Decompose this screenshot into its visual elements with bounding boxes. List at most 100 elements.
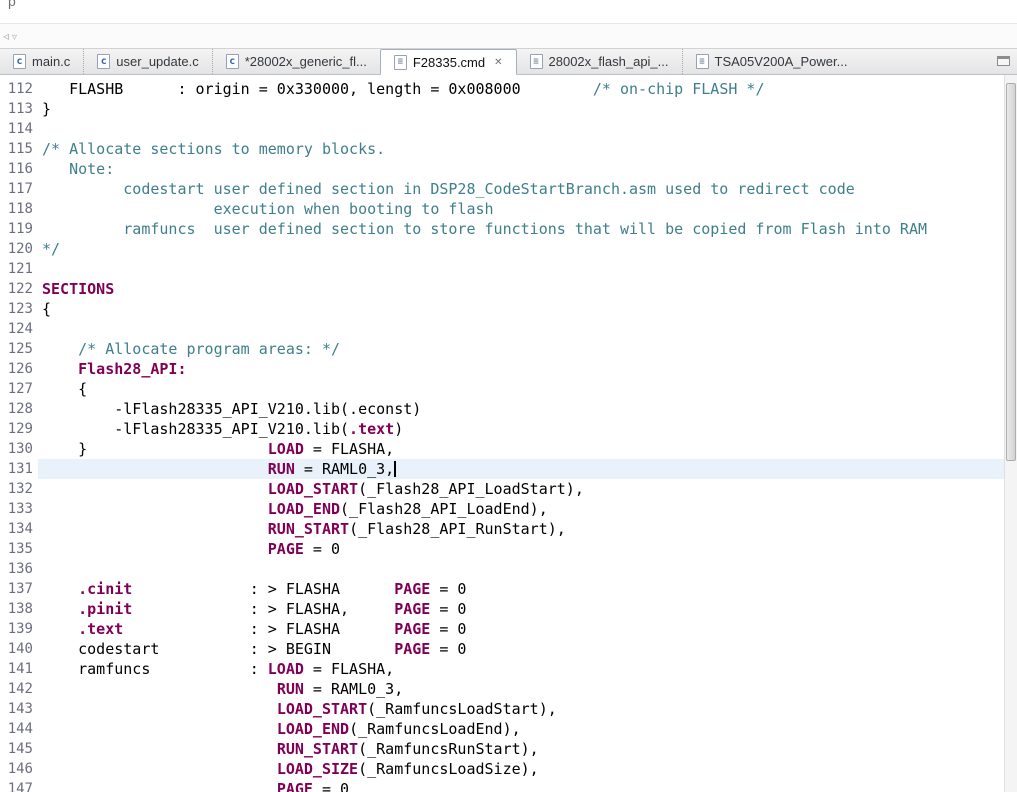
code-line-142[interactable]: 142 RUN = RAML0_3, — [0, 679, 1004, 699]
code-line-127[interactable]: 127 { — [0, 379, 1004, 399]
tab-close-icon[interactable]: ✕ — [494, 57, 502, 68]
text-cursor — [394, 461, 397, 477]
code-line-text: FLASHB : origin = 0x330000, length = 0x0… — [42, 80, 765, 98]
code-line-145[interactable]: 145 RUN_START(_RamfuncsRunStart), — [0, 739, 1004, 759]
code-line-text: PAGE = 0 — [267, 540, 341, 558]
code-line-128[interactable]: 128 -lFlash28335_API_V210.lib(.econst) — [0, 399, 1004, 419]
code-line-text: LOAD_END(_RamfuncsLoadEnd), — [276, 720, 521, 738]
tab-main-c[interactable]: c main.c — [0, 49, 83, 74]
tab-tsa05v200a-power[interactable]: ≡ TSA05V200A_Power... — [681, 49, 861, 74]
code-line-text: Note: — [42, 160, 115, 178]
line-number: 137 — [7, 581, 33, 597]
tab-user-update-c[interactable]: c user_update.c — [83, 49, 211, 74]
line-number: 138 — [7, 601, 33, 617]
cmd-file-icon: ≡ — [529, 54, 543, 69]
tab-label: *28002x_generic_fl... — [244, 54, 367, 69]
line-number: 147 — [7, 781, 33, 792]
code-editor[interactable]: 112 FLASHB : origin = 0x330000, length =… — [0, 75, 1017, 792]
code-line-text: RUN_START(_Flash28_API_RunStart), — [267, 520, 566, 538]
back-nav-icon[interactable]: ◃ — [3, 30, 9, 42]
code-line-131[interactable]: 131 RUN = RAML0_3, — [0, 459, 1004, 479]
document-file-icon: ≡ — [695, 54, 709, 69]
code-line-141[interactable]: 141 ramfuncs : LOAD = FLASHA, — [0, 659, 1004, 679]
line-number: 135 — [7, 541, 33, 557]
line-number: 134 — [7, 521, 33, 537]
tab-28002x-flash-api[interactable]: ≡ 28002x_flash_api_... — [517, 49, 682, 74]
c-source-file-icon: c — [97, 54, 111, 69]
code-line-text: LOAD_SIZE(_RamfuncsLoadSize), — [276, 760, 539, 778]
line-number: 139 — [7, 621, 33, 637]
line-number: 131 — [7, 461, 33, 477]
c-source-file-icon: c — [225, 54, 239, 69]
code-line-133[interactable]: 133 LOAD_END(_Flash28_API_LoadEnd), — [0, 499, 1004, 519]
code-line-114[interactable]: 114 — [0, 119, 1004, 139]
code-line-text: RUN = RAML0_3, — [276, 680, 404, 698]
code-line-124[interactable]: 124 — [0, 319, 1004, 339]
line-number: 125 — [7, 341, 33, 357]
code-line-text: */ — [42, 240, 61, 258]
line-number: 112 — [7, 81, 33, 97]
code-area[interactable]: 112 FLASHB : origin = 0x330000, length =… — [0, 75, 1004, 792]
code-line-139[interactable]: 139 .text : > FLASHA PAGE = 0 — [0, 619, 1004, 639]
code-line-143[interactable]: 143 LOAD_START(_RamfuncsLoadStart), — [0, 699, 1004, 719]
line-number: 128 — [7, 401, 33, 417]
line-number: 115 — [7, 141, 33, 157]
code-line-116[interactable]: 116 Note: — [0, 159, 1004, 179]
code-line-146[interactable]: 146 LOAD_SIZE(_RamfuncsLoadSize), — [0, 759, 1004, 779]
code-line-115[interactable]: 115 /* Allocate sections to memory blocks… — [0, 139, 1004, 159]
code-line-129[interactable]: 129 -lFlash28335_API_V210.lib(.text) — [0, 419, 1004, 439]
code-line-text: } — [42, 100, 52, 118]
line-number: 113 — [7, 101, 33, 117]
code-line-119[interactable]: 119 ramfuncs user defined section to sto… — [0, 219, 1004, 239]
code-line-text: /* Allocate program areas: */ — [42, 340, 341, 358]
clipped-toolbar-icon: p — [8, 0, 16, 9]
line-number: 133 — [7, 501, 33, 517]
line-number: 114 — [7, 121, 33, 137]
line-number: 145 — [7, 741, 33, 757]
maximize-view-icon[interactable] — [997, 56, 1010, 66]
line-number: 116 — [7, 161, 33, 177]
tab-f28335-cmd[interactable]: ≡ F28335.cmd ✕ — [379, 49, 517, 75]
code-line-147[interactable]: 147 PAGE = 0 — [0, 779, 1004, 792]
code-line-117[interactable]: 117 codestart user defined section in DS… — [0, 179, 1004, 199]
vertical-scrollbar[interactable] — [1004, 75, 1017, 792]
line-number: 130 — [7, 441, 33, 457]
code-line-126[interactable]: 126 Flash28_API: — [0, 359, 1004, 379]
code-line-120[interactable]: 120 */ — [0, 239, 1004, 259]
line-number: 118 — [7, 201, 33, 217]
line-number: 141 — [7, 661, 33, 677]
code-line-text: Flash28_API: — [78, 360, 187, 378]
dropdown-icon[interactable]: ▿ — [12, 32, 17, 43]
line-number: 124 — [7, 321, 33, 337]
code-line-text: -lFlash28335_API_V210.lib(.econst) — [42, 400, 422, 418]
code-line-112[interactable]: 112 FLASHB : origin = 0x330000, length =… — [0, 79, 1004, 99]
code-line-text: } LOAD = FLASHA, — [42, 440, 395, 458]
code-line-138[interactable]: 138 .pinit : > FLASHA, PAGE = 0 — [0, 599, 1004, 619]
code-line-137[interactable]: 137 .cinit : > FLASHA PAGE = 0 — [0, 579, 1004, 599]
line-number: 122 — [7, 281, 33, 297]
tab-label: main.c — [32, 54, 71, 69]
code-line-text: -lFlash28335_API_V210.lib(.text) — [42, 420, 404, 438]
code-line-136[interactable]: 136 — [0, 559, 1004, 579]
line-number: 132 — [7, 481, 33, 497]
tabs-container: c main.c c user_update.c c *28002x_generic_fl… — [0, 49, 861, 75]
vertical-scrollbar-thumb[interactable] — [1006, 83, 1016, 461]
code-line-125[interactable]: 125 /* Allocate program areas: */ — [0, 339, 1004, 359]
code-line-118[interactable]: 118 execution when booting to flash — [0, 199, 1004, 219]
code-line-text: { — [42, 300, 52, 318]
code-line-130[interactable]: 130 } LOAD = FLASHA, — [0, 439, 1004, 459]
code-line-123[interactable]: 123 { — [0, 299, 1004, 319]
code-line-144[interactable]: 144 LOAD_END(_RamfuncsLoadEnd), — [0, 719, 1004, 739]
code-line-132[interactable]: 132 LOAD_START(_Flash28_API_LoadStart), — [0, 479, 1004, 499]
line-number: 126 — [7, 361, 33, 377]
tab-28002x-generic-fl[interactable]: c *28002x_generic_fl... — [211, 49, 380, 74]
code-line-122[interactable]: 122 SECTIONS — [0, 279, 1004, 299]
code-line-134[interactable]: 134 RUN_START(_Flash28_API_RunStart), — [0, 519, 1004, 539]
code-line-140[interactable]: 140 codestart : > BEGIN PAGE = 0 — [0, 639, 1004, 659]
editor-tab-bar: c main.c c user_update.c c *28002x_generic_fl… — [0, 48, 1017, 75]
code-line-135[interactable]: 135 PAGE = 0 — [0, 539, 1004, 559]
code-line-121[interactable]: 121 — [0, 259, 1004, 279]
code-line-113[interactable]: 113} — [0, 99, 1004, 119]
